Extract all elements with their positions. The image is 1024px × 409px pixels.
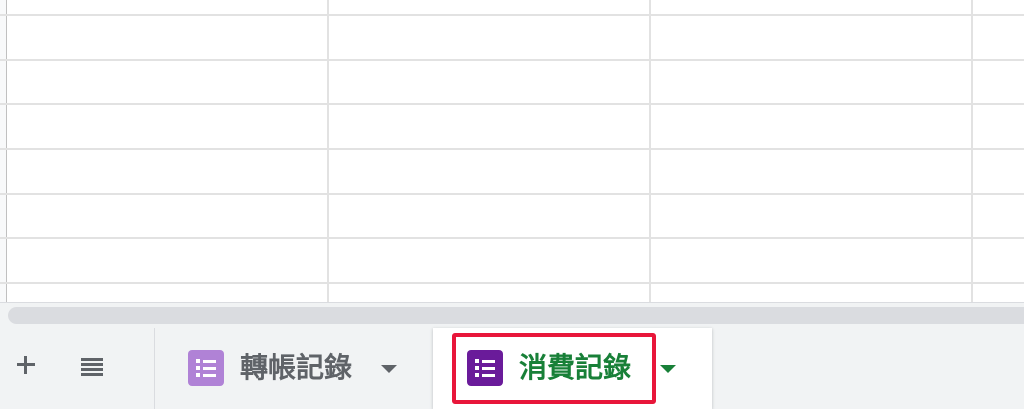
grid-cell[interactable] xyxy=(329,105,649,148)
scrollbar-thumb[interactable] xyxy=(8,307,1024,324)
grid-cell[interactable] xyxy=(8,105,327,148)
grid-cell[interactable] xyxy=(651,105,971,148)
form-icon xyxy=(467,350,503,386)
row-gridline xyxy=(0,282,1024,284)
grid-cell[interactable] xyxy=(8,150,327,193)
sheet-tab-bar: 轉帳記錄 消費記錄 xyxy=(0,328,1024,409)
sheet-tab-label: 消費記錄 xyxy=(519,351,632,384)
horizontal-scrollbar[interactable] xyxy=(0,302,1024,328)
spreadsheet-window: 轉帳記錄 消費記錄 xyxy=(0,0,1024,409)
sheet-grid xyxy=(0,0,1024,302)
grid-cell[interactable] xyxy=(8,16,327,59)
grid-cell[interactable] xyxy=(8,239,327,282)
row-header-edge[interactable] xyxy=(0,0,7,302)
grid-cell[interactable] xyxy=(651,239,971,282)
all-sheets-button[interactable] xyxy=(76,351,108,379)
grid-cell[interactable] xyxy=(329,239,649,282)
grid-cell[interactable] xyxy=(8,61,327,103)
sheet-tab-label: 轉帳記錄 xyxy=(240,351,353,384)
grid-cell[interactable] xyxy=(651,16,971,59)
grid-cell[interactable] xyxy=(651,61,971,103)
grid-cell[interactable] xyxy=(651,195,971,237)
add-sheet-button[interactable] xyxy=(12,351,40,379)
grid-cell[interactable] xyxy=(329,195,649,237)
form-icon xyxy=(188,350,224,386)
sheet-tab-expense-records[interactable]: 消費記錄 xyxy=(433,328,712,409)
grid-cell[interactable] xyxy=(8,195,327,237)
chevron-down-icon[interactable] xyxy=(381,365,397,373)
column-gridline xyxy=(971,0,973,302)
grid-cell[interactable] xyxy=(329,16,649,59)
chevron-down-icon[interactable] xyxy=(660,365,676,373)
grid-cell[interactable] xyxy=(329,61,649,103)
grid-cell[interactable] xyxy=(329,150,649,193)
sheet-tab-transfer-records[interactable]: 轉帳記錄 xyxy=(155,328,432,409)
grid-cell[interactable] xyxy=(651,150,971,193)
